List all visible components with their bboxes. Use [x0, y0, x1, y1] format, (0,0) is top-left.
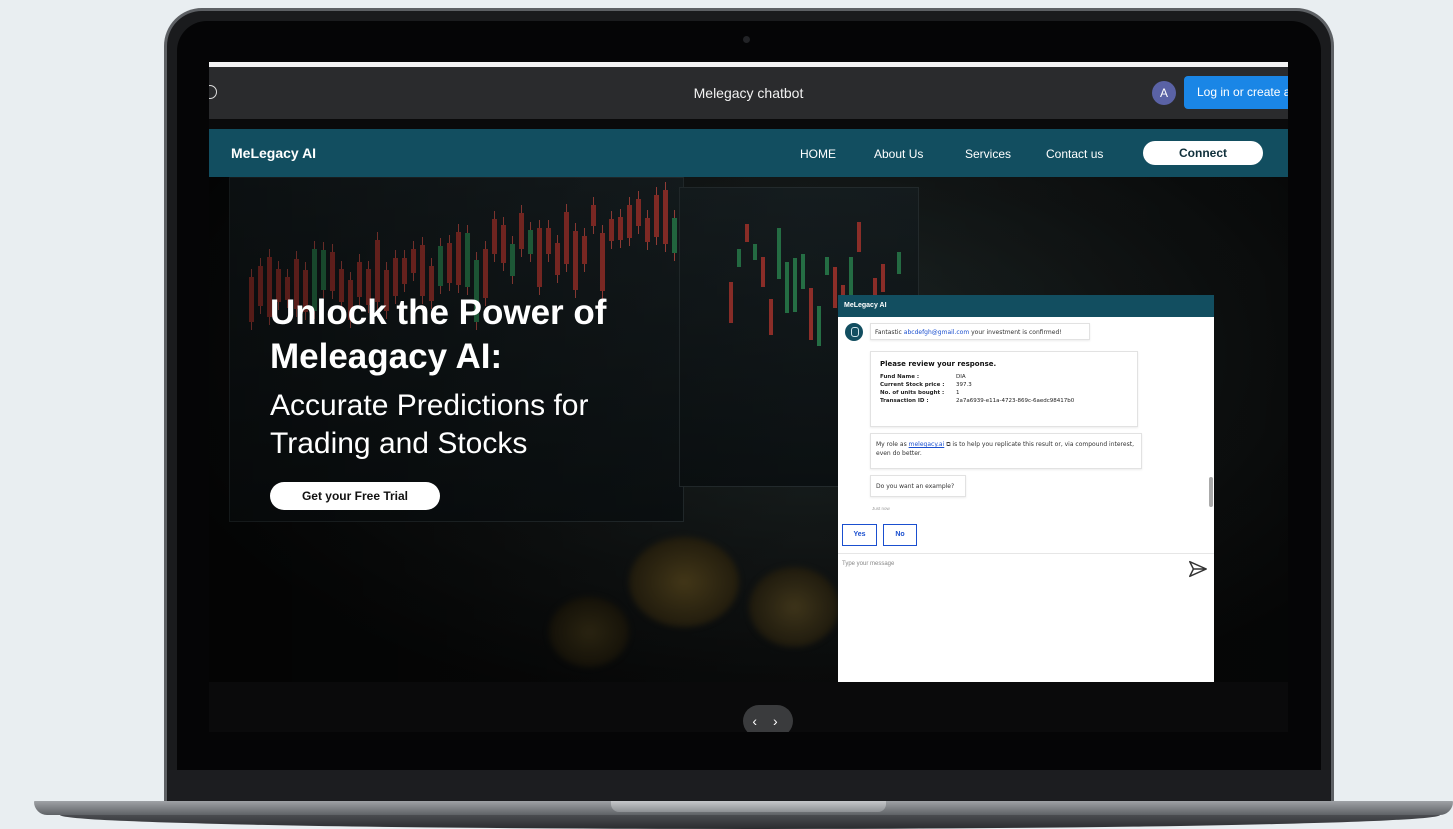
nav-about-us[interactable]: About Us	[874, 147, 923, 161]
connect-button[interactable]: Connect	[1143, 141, 1263, 165]
chat-message-text: your investment is confirmed!	[971, 329, 1062, 336]
review-field-value: 2a7a6939-e11a-4723-869c-6aedc98417b0	[956, 398, 1075, 404]
chat-message: Fantastic abcdefgh@gmail.com your invest…	[870, 323, 1090, 340]
hero-subheading-line: Accurate Predictions for	[270, 389, 589, 422]
chat-message-text: Fantastic	[875, 329, 902, 336]
email-link[interactable]: abcdefgh@gmail.com	[904, 329, 969, 336]
review-field-label: Transaction ID :	[880, 398, 929, 404]
chat-message: My role as melegacy.ai ⧉ is to help you …	[870, 433, 1142, 469]
nav-contact-us[interactable]: Contact us	[1046, 147, 1103, 161]
review-title: Please review your response.	[880, 360, 997, 368]
quick-reply-no[interactable]: No	[883, 524, 917, 546]
hero-subheading-line: Trading and Stocks	[270, 427, 528, 460]
bot-avatar-icon	[845, 323, 863, 341]
free-trial-button[interactable]: Get your Free Trial	[270, 482, 440, 510]
review-field-label: Current Stock price :	[880, 382, 945, 388]
review-field-value: 1	[956, 390, 960, 396]
chat-widget: MeLegacy AI Fantastic abcdefgh@gmail.com…	[838, 295, 1214, 682]
hero-section: Unlock the Power of Meleagacy AI: Accura…	[209, 177, 1288, 682]
chat-input-area: Type your message	[838, 553, 1214, 682]
app-bar: Melegacy chatbot A Log in or create a	[209, 67, 1288, 119]
review-field-value: DIA	[956, 374, 966, 380]
review-field-label: Fund Name :	[880, 374, 920, 380]
chat-message-input[interactable]: Type your message	[842, 561, 894, 567]
review-card: Please review your response. Fund Name :…	[870, 351, 1138, 427]
review-field: Current Stock price :	[880, 382, 944, 388]
nav-home[interactable]: HOME	[800, 147, 836, 161]
chat-message-text: Do you want an example?	[876, 483, 955, 490]
review-field: No. of units bought :	[880, 390, 944, 396]
avatar[interactable]: A	[1152, 81, 1176, 105]
site-nav: MeLegacy AI HOME About Us Services Conta…	[209, 129, 1288, 177]
laptop-screen: Melegacy chatbot A Log in or create a Me…	[209, 62, 1288, 732]
laptop-chin	[168, 770, 1330, 804]
external-link-icon: ⧉	[946, 441, 951, 448]
review-field: Fund Name :	[880, 374, 919, 380]
quick-reply-yes[interactable]: Yes	[842, 524, 877, 546]
hero-headline-line: Meleagacy AI:	[270, 337, 503, 376]
chat-message: Do you want an example?	[870, 475, 966, 497]
review-field: Transaction ID :	[880, 398, 929, 404]
chat-header: MeLegacy AI	[838, 295, 1214, 317]
laptop-notch	[611, 801, 886, 812]
melegacy-link[interactable]: melegacy.ai	[909, 441, 945, 448]
hero-subheading: Accurate Predictions for Trading and Sto…	[270, 387, 588, 463]
review-field-label: No. of units bought :	[880, 390, 945, 396]
message-timestamp: Just now	[872, 506, 890, 511]
review-field-value: 397.3	[956, 382, 972, 388]
hero-headline-line: Unlock the Power of	[270, 293, 607, 332]
carousel-arrows[interactable]: ‹ ›	[743, 705, 793, 732]
login-button[interactable]: Log in or create a	[1184, 76, 1288, 109]
app-title: Melegacy chatbot	[693, 85, 804, 101]
send-icon[interactable]	[1187, 558, 1209, 580]
camera-icon	[743, 36, 750, 43]
laptop-base-shadow	[60, 815, 1440, 829]
nav-services[interactable]: Services	[965, 147, 1011, 161]
brand-logo[interactable]: MeLegacy AI	[231, 145, 316, 161]
hero-headline: Unlock the Power of Meleagacy AI:	[270, 291, 606, 379]
chat-message-text: My role as	[876, 441, 907, 448]
chat-scrollbar[interactable]	[1209, 477, 1213, 507]
